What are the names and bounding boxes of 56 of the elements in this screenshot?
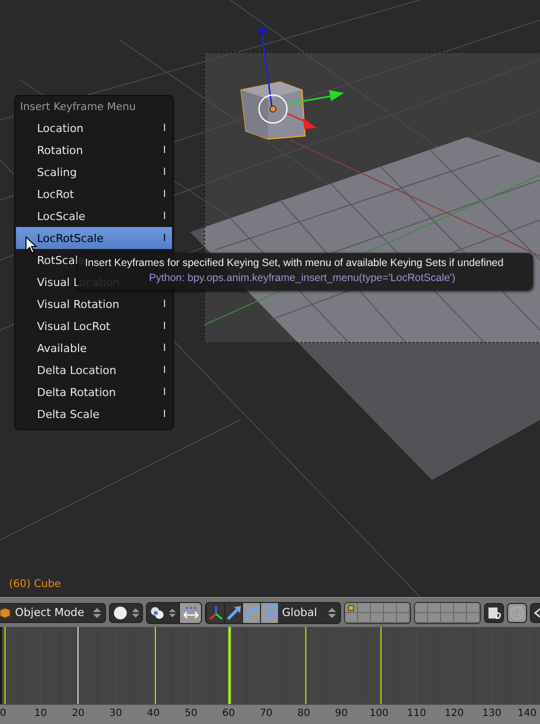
shortcut-label: I <box>163 166 166 178</box>
frame-number: 20 <box>72 708 85 719</box>
shortcut-label: I <box>163 364 166 376</box>
shortcut-label: I <box>163 386 166 398</box>
tooltip-description: Insert Keyframes for specified Keying Set, with menu of available Keying Sets if undefined <box>85 257 504 269</box>
menu-item[interactable]: LocRotScale I <box>16 227 172 249</box>
shortcut-label: I <box>163 320 166 332</box>
frame-number: 110 <box>407 708 426 719</box>
shortcut-label: I <box>163 342 166 354</box>
menu-item[interactable]: Location I <box>16 117 172 139</box>
frame-number: 80 <box>297 708 310 719</box>
menu-item[interactable]: Delta Rotation I <box>16 381 172 403</box>
shortcut-label: I <box>163 298 166 310</box>
frame-number: 120 <box>444 708 464 719</box>
menu-item[interactable]: Visual LocRot I <box>16 315 172 337</box>
object-status: (60) Cube <box>9 578 62 590</box>
menu-item-label: Scaling <box>37 166 77 178</box>
mode-dropdown[interactable]: Object Mode <box>0 602 106 622</box>
menu-item-label: Available <box>37 342 87 354</box>
shortcut-label: I <box>163 188 166 200</box>
menu-item[interactable]: Delta Scale I <box>16 403 172 425</box>
frame-number: 10 <box>34 708 47 719</box>
frame-number: 60 <box>222 708 235 719</box>
menu-item-label: LocRot <box>37 188 74 200</box>
menu-title: Insert Keyframe Menu <box>19 100 137 115</box>
frame-number: 100 <box>369 708 389 719</box>
menu-item-label: LocScale <box>37 210 86 222</box>
menu-item-label: LocRotScale <box>37 232 104 244</box>
shortcut-label: I <box>163 122 166 134</box>
frame-number: 130 <box>482 708 502 719</box>
menu-item[interactable]: LocRot I <box>16 183 172 205</box>
frame-number: 90 <box>335 708 348 719</box>
menu-item-label: Location <box>37 122 84 134</box>
menu-item[interactable]: Rotation I <box>16 139 172 161</box>
frame-number: 50 <box>184 708 198 719</box>
menu-item-label: Delta Rotation <box>37 386 116 398</box>
shortcut-label: I <box>163 408 166 420</box>
menu-item-label: Visual Rotation <box>37 298 120 310</box>
menu-item[interactable]: Delta Location I <box>16 359 172 381</box>
menu-item-label: Visual LocRot <box>37 320 110 332</box>
menu-item-label: Delta Scale <box>37 408 100 420</box>
frame-number: 140 <box>518 708 537 719</box>
menu-item[interactable]: Available I <box>16 337 172 359</box>
shortcut-label: I <box>163 210 166 222</box>
tooltip-python: Python: bpy.ops.anim.keyframe_insert_menu(type='LocRotScale') <box>149 272 456 284</box>
shortcut-label: I <box>163 232 166 244</box>
menu-item[interactable]: Visual Rotation I <box>16 293 172 315</box>
frame-number: 30 <box>109 708 122 719</box>
menu-item-label: Rotation <box>37 144 84 156</box>
shortcut-label: I <box>163 144 166 156</box>
frame-number: 70 <box>260 708 273 719</box>
menu-item-label: Delta Location <box>37 364 116 376</box>
frame-number: 0 <box>0 708 6 719</box>
menu-item[interactable]: Scaling I <box>16 161 172 183</box>
menu-item[interactable]: LocScale I <box>16 205 172 227</box>
frame-number: 40 <box>147 708 160 719</box>
